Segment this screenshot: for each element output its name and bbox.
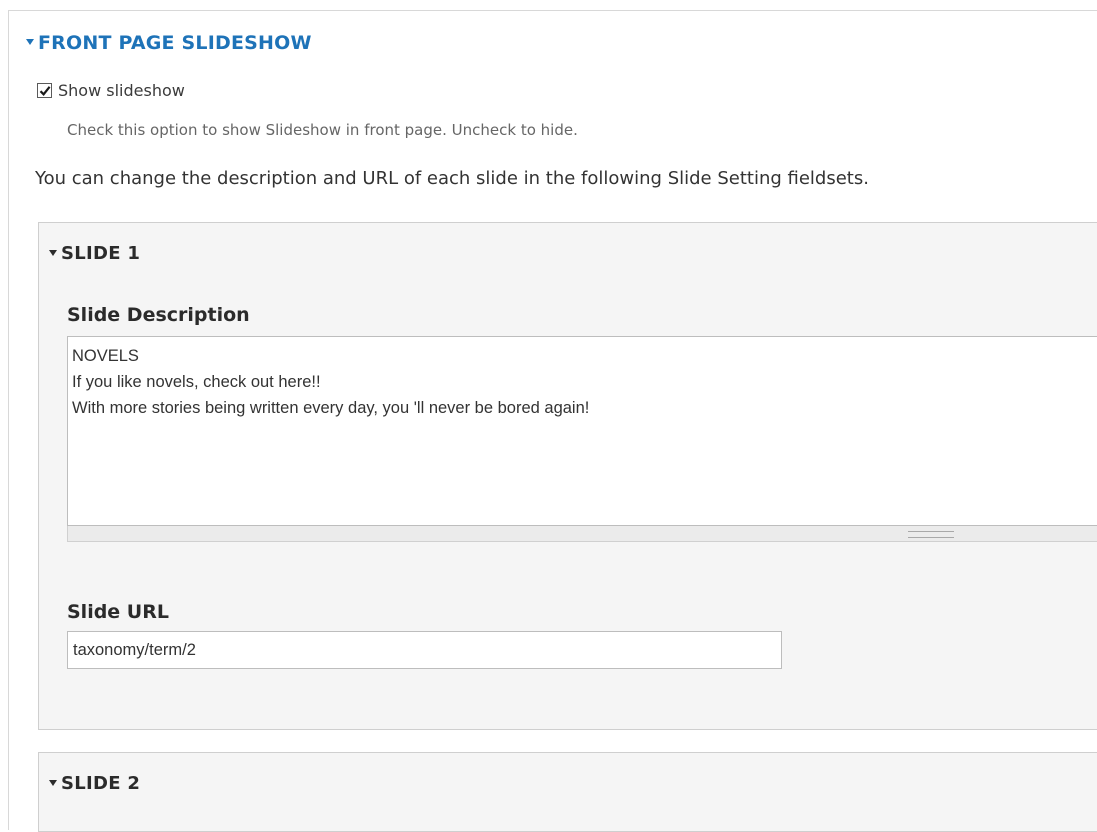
show-slideshow-label[interactable]: Show slideshow <box>58 81 185 100</box>
slide-2-fieldset: SLIDE 2 <box>38 752 1097 832</box>
slide-2-title: SLIDE 2 <box>61 773 141 794</box>
slide-url-label: Slide URL <box>67 601 169 623</box>
slide-description-textarea[interactable] <box>67 336 1097 526</box>
checkmark-icon <box>39 85 50 96</box>
slide-1-title: SLIDE 1 <box>61 243 141 264</box>
collapse-triangle-icon <box>49 779 57 786</box>
grip-lines-icon <box>908 531 954 538</box>
show-slideshow-help: Check this option to show Slideshow in f… <box>67 121 578 139</box>
slide-description-label: Slide Description <box>67 304 250 326</box>
fieldset-title: FRONT PAGE SLIDESHOW <box>38 32 312 54</box>
collapse-triangle-icon <box>26 39 34 45</box>
collapse-triangle-icon <box>49 249 57 256</box>
slide-1-fieldset: SLIDE 1 Slide Description Slide URL <box>38 222 1097 730</box>
show-slideshow-checkbox[interactable] <box>37 83 52 98</box>
slide-settings-info: You can change the description and URL o… <box>35 168 869 189</box>
slide-1-toggle[interactable]: SLIDE 1 <box>49 243 140 264</box>
textarea-resize-handle[interactable] <box>67 526 1097 542</box>
slide-url-input[interactable] <box>67 631 782 669</box>
front-page-slideshow-toggle[interactable]: FRONT PAGE SLIDESHOW <box>26 32 312 54</box>
show-slideshow-row: Show slideshow <box>37 81 185 100</box>
slide-description-wrapper <box>67 336 1097 542</box>
slide-2-toggle[interactable]: SLIDE 2 <box>49 773 140 794</box>
